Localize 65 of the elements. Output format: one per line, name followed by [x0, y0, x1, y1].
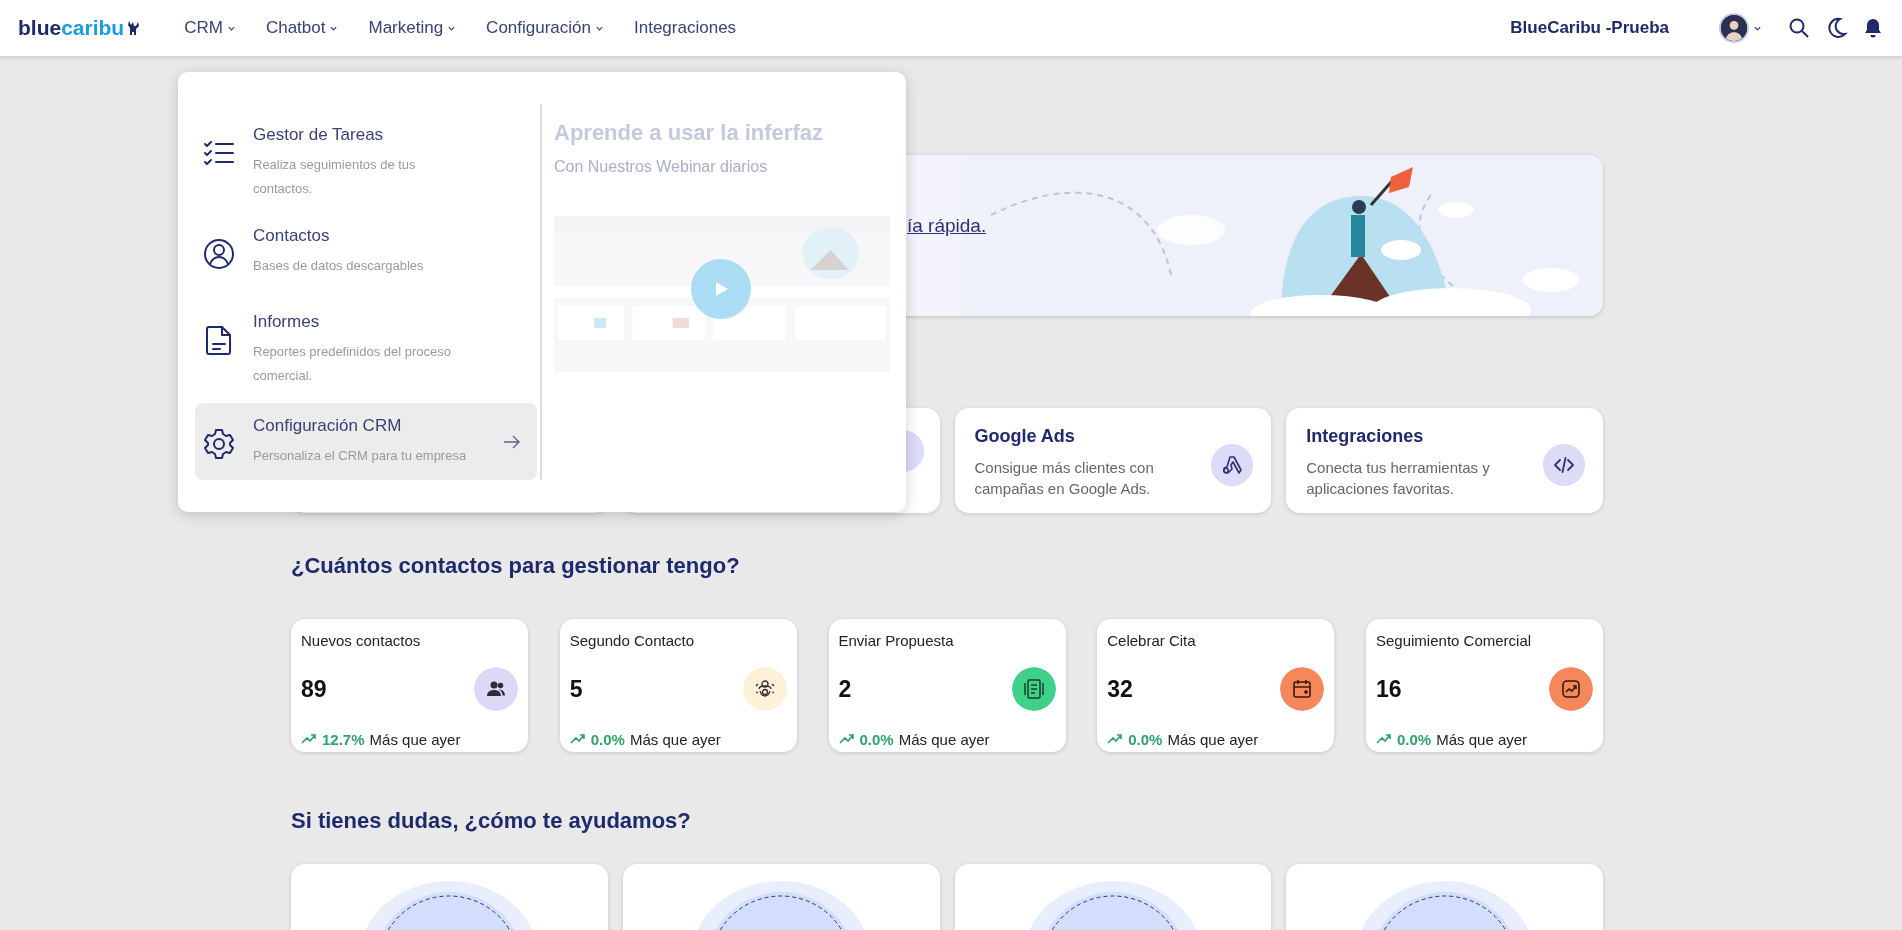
stat-value: 89: [301, 675, 328, 703]
ads-icon: [1223, 455, 1243, 474]
arrow-icon: [503, 434, 521, 449]
change-note: Más que ayer: [369, 730, 461, 748]
trend-up-icon: [838, 733, 855, 745]
change-note: Más que ayer: [629, 730, 721, 748]
stat-value: 5: [569, 675, 584, 703]
stat-value: 2: [838, 675, 853, 703]
chart-icon: [1562, 680, 1580, 698]
trend-up-icon: [1376, 733, 1392, 745]
search-icon[interactable]: [1788, 17, 1810, 39]
menu-item[interactable]: Gestor de Tareas Realiza seguimientos de tus contactos.: [195, 112, 537, 213]
change-note: Más que ayer: [898, 730, 990, 748]
stat-label: Seguimiento Comercial: [1376, 632, 1533, 651]
stat-value: 16: [1376, 675, 1403, 703]
tool-card[interactable]: Integraciones Conecta tus herramientas y aplicaciones favoritas.: [1286, 408, 1603, 513]
change-note: Más que ayer: [1167, 730, 1259, 748]
change-percent: 0.0%: [1128, 730, 1163, 748]
moon-icon[interactable]: [1826, 17, 1848, 39]
stat-label: Enviar Propuesta: [838, 632, 955, 651]
code-icon: [1554, 456, 1574, 473]
account-name: BlueCaribu -Prueba: [1510, 18, 1669, 38]
calendar-icon: [1293, 679, 1312, 698]
card-title: Integraciones: [1306, 426, 1425, 447]
help-card[interactable]: [622, 864, 940, 930]
trend-up-icon: [301, 733, 317, 745]
nav-menu-item[interactable]: Configuración: [486, 18, 604, 38]
card-description: Consigue más clientes con campañas en Google Ads.: [974, 458, 1155, 499]
nav-menu-item[interactable]: CRM: [184, 18, 236, 38]
change-percent: 0.0%: [590, 730, 625, 748]
guide-link[interactable]: ía rápida.: [907, 214, 987, 237]
section-heading: ¿Cuántos contactos para gestionar tengo?: [291, 553, 741, 579]
logo-text[interactable]: bluecaribu: [18, 16, 125, 40]
promo-title: Aprende a usar la inferfaz: [554, 120, 824, 146]
promo-subtitle: Con Nuestros Webinar diarios: [554, 158, 769, 176]
user-icon: [203, 237, 235, 270]
help-card[interactable]: [291, 864, 608, 930]
trend-up-icon: [569, 733, 586, 745]
avatar[interactable]: [1719, 13, 1749, 43]
stat-label: Segundo Contacto: [569, 632, 695, 651]
nav-menu-item[interactable]: Chatbot: [265, 18, 339, 38]
nav-menu-item[interactable]: Integraciones: [634, 18, 737, 38]
help-card[interactable]: [954, 864, 1272, 930]
stat-value: 32: [1107, 675, 1134, 703]
bell-icon[interactable]: [1862, 17, 1884, 39]
menu-item[interactable]: Informes Reportes predefinidos del proceso comercial.: [195, 298, 537, 400]
change-percent: 0.0%: [859, 730, 894, 748]
change-note: Más que ayer: [1436, 730, 1528, 748]
change-percent: 0.0%: [1397, 730, 1432, 748]
stat-label: Nuevos contactos: [301, 632, 422, 651]
document-icon: [1023, 679, 1044, 699]
menu-item[interactable]: Contactos Bases de datos descargables: [195, 212, 537, 299]
card-description: Conecta tus herramientas y aplicaciones favoritas.: [1306, 458, 1491, 499]
people-icon: [487, 681, 505, 696]
section-heading: Si tienes dudas, ¿cómo te ayudamos?: [291, 808, 692, 834]
nav-menu-item[interactable]: Marketing: [368, 18, 457, 38]
stat-label: Celebrar Cita: [1107, 632, 1197, 651]
change-percent: 12.7%: [322, 730, 365, 748]
card-title: Google Ads: [974, 426, 1076, 447]
group-icon: [755, 680, 775, 697]
settings-icon: [203, 428, 235, 461]
tool-card[interactable]: Google Ads Consigue más clientes con campañas en Google Ads.: [954, 408, 1272, 513]
trend-up-icon: [1107, 733, 1124, 745]
menu-item[interactable]: Configuración CRM Personaliza el CRM para tu empresa: [195, 403, 537, 480]
help-card[interactable]: [1286, 864, 1603, 930]
